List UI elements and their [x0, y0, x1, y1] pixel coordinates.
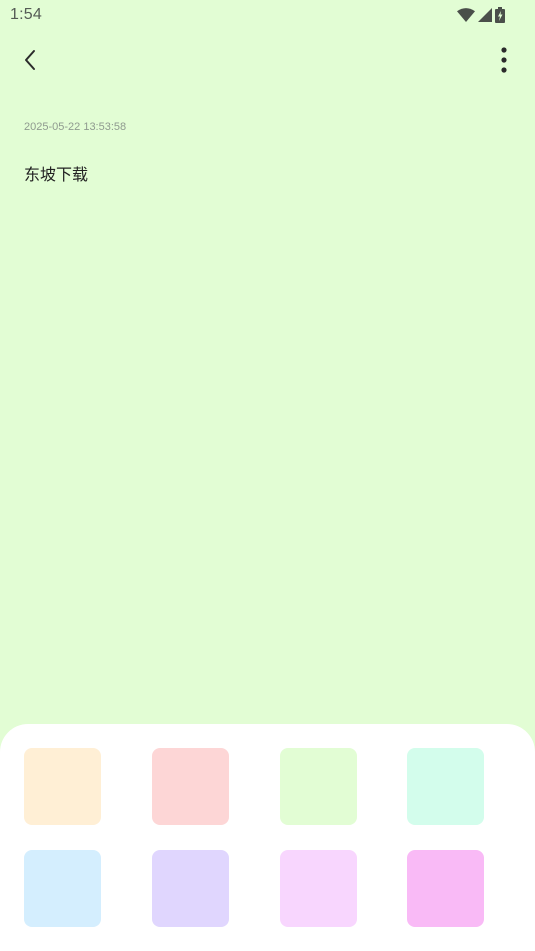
note-body-text[interactable]: 东坡下载	[24, 161, 88, 185]
back-button[interactable]	[14, 46, 46, 78]
swatch-light-green[interactable]	[280, 748, 357, 825]
status-time: 1:54	[10, 6, 42, 23]
swatch-lavender[interactable]	[152, 850, 229, 927]
status-icons	[457, 6, 505, 24]
battery-charging-icon	[495, 7, 505, 23]
wifi-icon	[457, 8, 475, 22]
swatch-peach[interactable]	[24, 748, 101, 825]
swatch-light-pink[interactable]	[280, 850, 357, 927]
status-bar: 1:54	[0, 0, 535, 30]
swatch-magenta-pink[interactable]	[407, 850, 484, 927]
more-options-button[interactable]	[488, 46, 520, 78]
color-picker-sheet	[0, 724, 535, 951]
swatch-pink[interactable]	[152, 748, 229, 825]
swatch-mint[interactable]	[407, 748, 484, 825]
more-vertical-icon	[500, 46, 508, 78]
note-editor-screen: 1:54 2025-05-22 13:53:58 东坡下载	[0, 0, 535, 951]
cellular-signal-icon	[478, 8, 492, 22]
swatch-light-blue[interactable]	[24, 850, 101, 927]
chevron-left-icon	[22, 49, 38, 76]
note-timestamp: 2025-05-22 13:53:58	[24, 121, 127, 133]
